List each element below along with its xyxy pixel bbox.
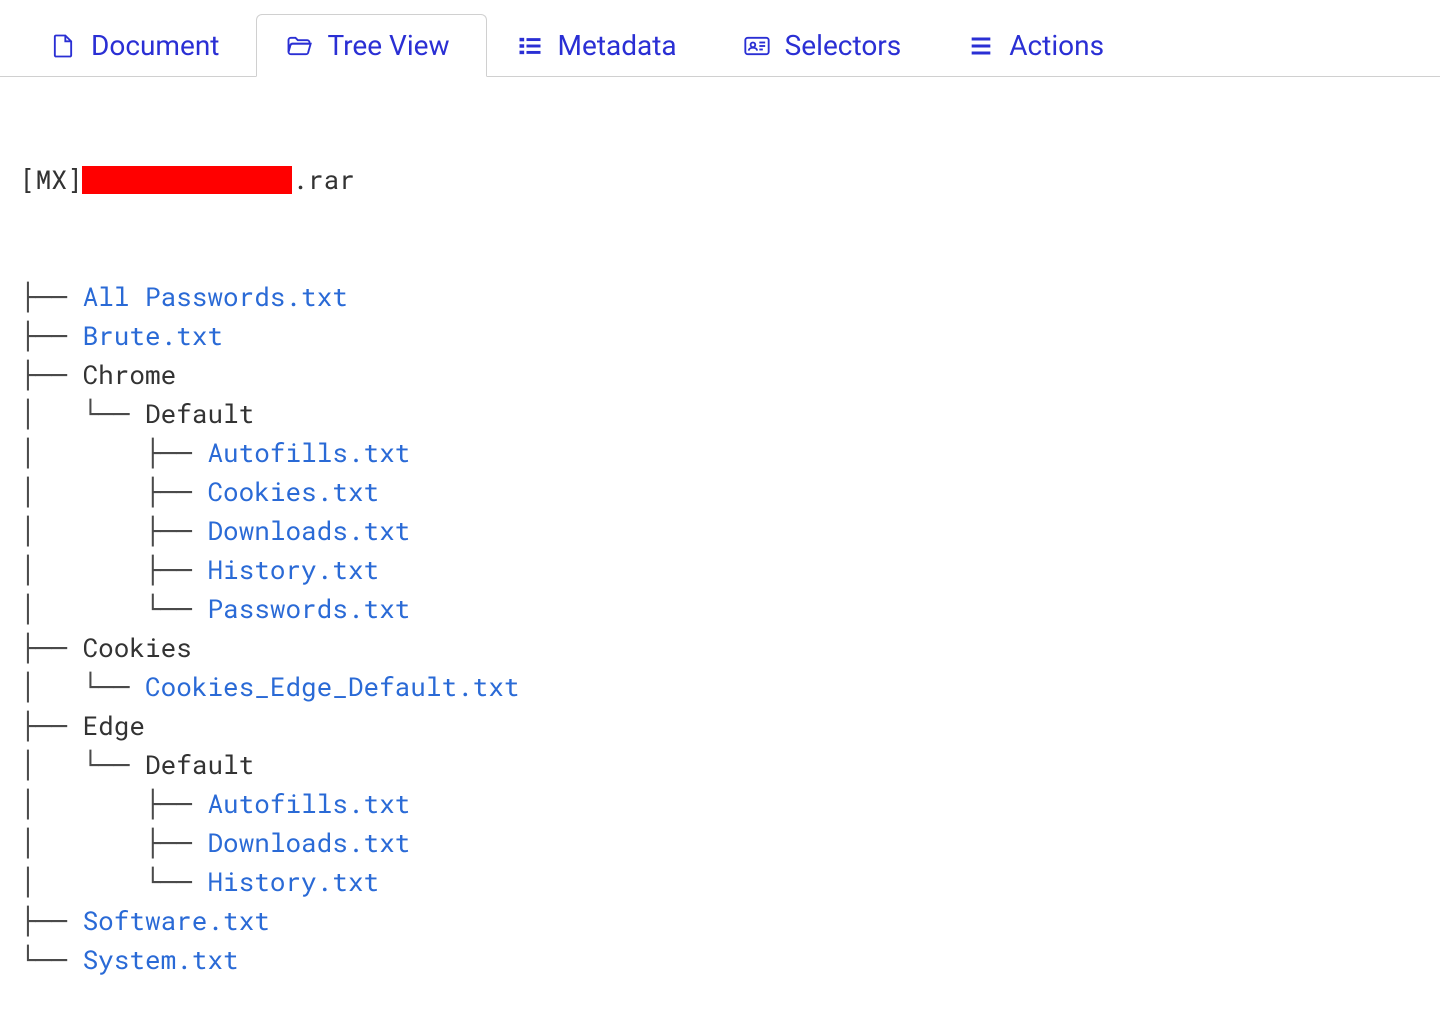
tree-line: ├── Cookies	[20, 629, 1440, 668]
tab-label: Document	[91, 29, 219, 62]
tree-line: └── System.txt	[20, 941, 1440, 980]
tree-prefix: │ ├──	[20, 785, 207, 824]
tree-prefix: │ ├──	[20, 512, 207, 551]
tree-file-link[interactable]: Cookies.txt	[207, 473, 379, 512]
tree-line: ├── Chrome	[20, 356, 1440, 395]
tree-prefix: ├──	[20, 356, 83, 395]
tree-file-link[interactable]: Software.txt	[83, 902, 270, 941]
tree-folder: Default	[145, 395, 254, 434]
tab-selectors[interactable]: Selectors	[714, 14, 939, 77]
tab-document[interactable]: Document	[20, 14, 256, 77]
tab-tree-view[interactable]: Tree View	[256, 14, 486, 77]
tree-root: [MX] .rar	[20, 161, 1440, 200]
tree-line: │ ├── Downloads.txt	[20, 824, 1440, 863]
tree-prefix: │ ├──	[20, 473, 207, 512]
tree-file-link[interactable]: Autofills.txt	[207, 434, 410, 473]
tree-prefix: │ ├──	[20, 434, 207, 473]
tree-prefix: ├──	[20, 629, 83, 668]
tree-line: ├── All Passwords.txt	[20, 278, 1440, 317]
tree-line: │ ├── Downloads.txt	[20, 512, 1440, 551]
tree-prefix: ├──	[20, 317, 83, 356]
tree-file-link[interactable]: Passwords.txt	[207, 590, 410, 629]
tree-file-link[interactable]: Downloads.txt	[207, 512, 410, 551]
menu-icon	[967, 32, 995, 60]
tree-file-link[interactable]: System.txt	[83, 941, 239, 980]
id-card-icon	[743, 32, 771, 60]
tree-file-link[interactable]: Downloads.txt	[207, 824, 410, 863]
tree-line: │ └── Default	[20, 395, 1440, 434]
tree-file-link[interactable]: Brute.txt	[83, 317, 223, 356]
tree-line: │ └── Cookies_Edge_Default.txt	[20, 668, 1440, 707]
tree-file-link[interactable]: All Passwords.txt	[83, 278, 348, 317]
tab-label: Actions	[1009, 29, 1104, 62]
tab-label: Tree View	[327, 29, 449, 62]
folder-open-icon	[285, 32, 313, 60]
tree-prefix: │ └──	[20, 863, 207, 902]
file-icon	[49, 32, 77, 60]
tree-folder: Cookies	[83, 629, 192, 668]
tree-prefix: ├──	[20, 902, 83, 941]
tree-prefix: │ └──	[20, 668, 145, 707]
tab-metadata[interactable]: Metadata	[487, 14, 714, 77]
tree-prefix: ├──	[20, 707, 83, 746]
root-suffix: .rar	[292, 161, 354, 200]
tree-prefix: │ ├──	[20, 551, 207, 590]
list-icon	[516, 32, 544, 60]
tab-label: Selectors	[785, 29, 902, 62]
tab-label: Metadata	[558, 29, 677, 62]
tree-prefix: └──	[20, 941, 83, 980]
redacted-block	[82, 166, 292, 194]
tree-line: │ ├── Autofills.txt	[20, 785, 1440, 824]
tree-line: │ ├── Autofills.txt	[20, 434, 1440, 473]
tree-file-link[interactable]: Autofills.txt	[207, 785, 410, 824]
tree-line: │ └── History.txt	[20, 863, 1440, 902]
tree-folder: Edge	[83, 707, 145, 746]
tree-folder: Default	[145, 746, 254, 785]
tree-prefix: │ └──	[20, 746, 145, 785]
tree-line: ├── Edge	[20, 707, 1440, 746]
tree-line: │ ├── History.txt	[20, 551, 1440, 590]
tree-file-link[interactable]: History.txt	[207, 551, 379, 590]
tree-line: ├── Software.txt	[20, 902, 1440, 941]
tree-prefix: │ └──	[20, 395, 145, 434]
tree-file-link[interactable]: Cookies_Edge_Default.txt	[145, 668, 519, 707]
tree-file-link[interactable]: History.txt	[207, 863, 379, 902]
tree-prefix: │ ├──	[20, 824, 207, 863]
tree-folder: Chrome	[83, 356, 177, 395]
tree-line: │ ├── Cookies.txt	[20, 473, 1440, 512]
tree-line: ├── Brute.txt	[20, 317, 1440, 356]
tree-prefix: ├──	[20, 278, 83, 317]
tab-bar: Document Tree View Metadata Selectors Ac…	[0, 0, 1440, 77]
tab-actions[interactable]: Actions	[938, 14, 1141, 77]
tree-prefix: │ └──	[20, 590, 207, 629]
tree-line: │ └── Default	[20, 746, 1440, 785]
tree-view-content: [MX].rar ├── All Passwords.txt├── Brute.…	[0, 77, 1440, 1019]
tree-line: │ └── Passwords.txt	[20, 590, 1440, 629]
root-prefix: [MX]	[20, 161, 82, 200]
